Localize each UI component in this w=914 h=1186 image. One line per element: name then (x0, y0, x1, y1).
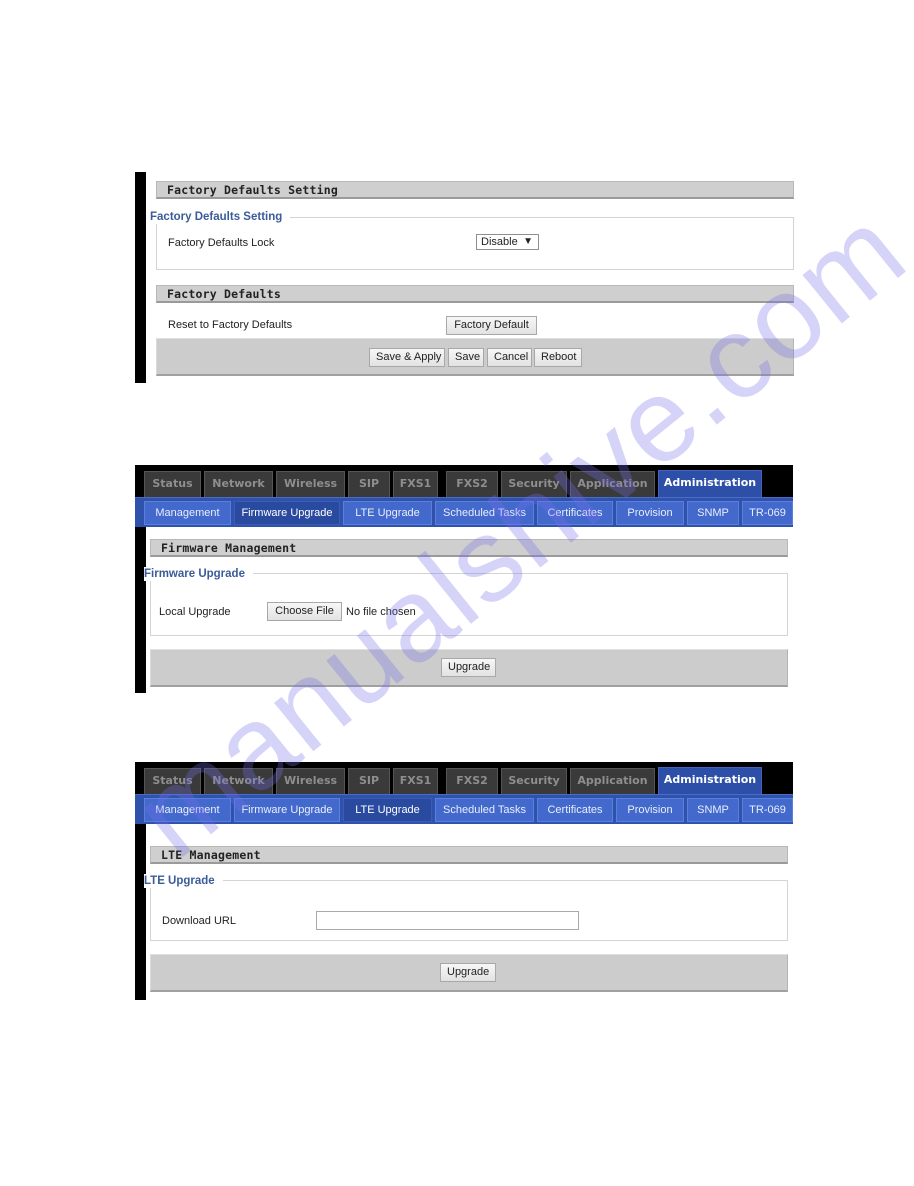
tab-administration[interactable]: Administration (658, 470, 762, 498)
tab-application[interactable]: Application (570, 471, 655, 497)
main-tab-bar: Status Network Wireless SIP FXS1 FXS2 Se… (135, 465, 793, 498)
factory-defaults-header: Factory Defaults (156, 285, 794, 303)
tab-status[interactable]: Status (144, 471, 201, 497)
download-url-input[interactable] (316, 911, 579, 930)
factory-defaults-lock-select[interactable]: Disable ▼ (476, 234, 539, 250)
firmware-upgrade-button[interactable]: Upgrade (441, 658, 496, 677)
subtab-tr069[interactable]: TR-069 (742, 501, 793, 525)
sub-tab-bar: Management Firmware Upgrade LTE Upgrade … (135, 794, 793, 824)
factory-defaults-setting-legend: Factory Defaults Setting (150, 210, 291, 224)
subtab-scheduled-tasks[interactable]: Scheduled Tasks (435, 798, 534, 822)
chevron-down-icon: ▼ (523, 236, 533, 247)
factory-defaults-lock-value: Disable (481, 236, 518, 248)
subtab-provision[interactable]: Provision (616, 501, 684, 525)
choose-file-button[interactable]: Choose File (267, 602, 342, 621)
sub-tab-bar: Management Firmware Upgrade LTE Upgrade … (135, 497, 793, 527)
subtab-tr069[interactable]: TR-069 (742, 798, 793, 822)
reset-factory-defaults-label: Reset to Factory Defaults (168, 319, 293, 331)
tab-security[interactable]: Security (501, 471, 567, 497)
subtab-certificates[interactable]: Certificates (537, 798, 613, 822)
download-url-label: Download URL (162, 915, 236, 927)
tab-status[interactable]: Status (144, 768, 201, 794)
subtab-firmware-upgrade[interactable]: Firmware Upgrade (234, 501, 340, 525)
local-upgrade-label: Local Upgrade (159, 606, 231, 618)
save-apply-button[interactable]: Save & Apply (369, 348, 445, 367)
subtab-snmp[interactable]: SNMP (687, 501, 739, 525)
tab-network[interactable]: Network (204, 768, 273, 794)
file-status-text: No file chosen (346, 606, 416, 618)
tab-sip[interactable]: SIP (348, 768, 390, 794)
lte-management-header: LTE Management (150, 846, 788, 864)
cancel-button[interactable]: Cancel (487, 348, 532, 367)
tab-network[interactable]: Network (204, 471, 273, 497)
tab-fxs1[interactable]: FXS1 (393, 768, 438, 794)
tab-sip[interactable]: SIP (348, 471, 390, 497)
subtab-provision[interactable]: Provision (616, 798, 684, 822)
lte-upgrade-legend: LTE Upgrade (144, 874, 223, 888)
factory-default-button[interactable]: Factory Default (446, 316, 537, 335)
subtab-management[interactable]: Management (144, 501, 231, 525)
tab-application[interactable]: Application (570, 768, 655, 794)
subtab-management[interactable]: Management (144, 798, 231, 822)
firmware-upgrade-legend: Firmware Upgrade (144, 567, 253, 581)
save-button[interactable]: Save (448, 348, 484, 367)
factory-defaults-setting-header: Factory Defaults Setting (156, 181, 794, 199)
tab-security[interactable]: Security (501, 768, 567, 794)
firmware-upgrade-fieldset (150, 573, 788, 636)
left-border (135, 172, 146, 383)
reboot-button[interactable]: Reboot (534, 348, 582, 367)
main-tab-bar: Status Network Wireless SIP FXS1 FXS2 Se… (135, 762, 793, 795)
firmware-management-header: Firmware Management (150, 539, 788, 557)
subtab-firmware-upgrade[interactable]: Firmware Upgrade (234, 798, 340, 822)
lte-upgrade-panel: Status Network Wireless SIP FXS1 FXS2 Se… (135, 762, 799, 1000)
factory-defaults-lock-label: Factory Defaults Lock (168, 237, 275, 249)
tab-fxs2[interactable]: FXS2 (446, 768, 498, 794)
firmware-upgrade-panel: Status Network Wireless SIP FXS1 FXS2 Se… (135, 465, 799, 693)
subtab-certificates[interactable]: Certificates (537, 501, 613, 525)
subtab-scheduled-tasks[interactable]: Scheduled Tasks (435, 501, 534, 525)
tab-fxs2[interactable]: FXS2 (446, 471, 498, 497)
tab-administration[interactable]: Administration (658, 767, 762, 795)
lte-upgrade-button[interactable]: Upgrade (440, 963, 496, 982)
subtab-snmp[interactable]: SNMP (687, 798, 739, 822)
subtab-lte-upgrade[interactable]: LTE Upgrade (343, 798, 432, 822)
factory-defaults-panel: Factory Defaults Setting Factory Default… (135, 172, 799, 383)
tab-wireless[interactable]: Wireless (276, 768, 345, 794)
tab-fxs1[interactable]: FXS1 (393, 471, 438, 497)
tab-wireless[interactable]: Wireless (276, 471, 345, 497)
subtab-lte-upgrade[interactable]: LTE Upgrade (343, 501, 432, 525)
